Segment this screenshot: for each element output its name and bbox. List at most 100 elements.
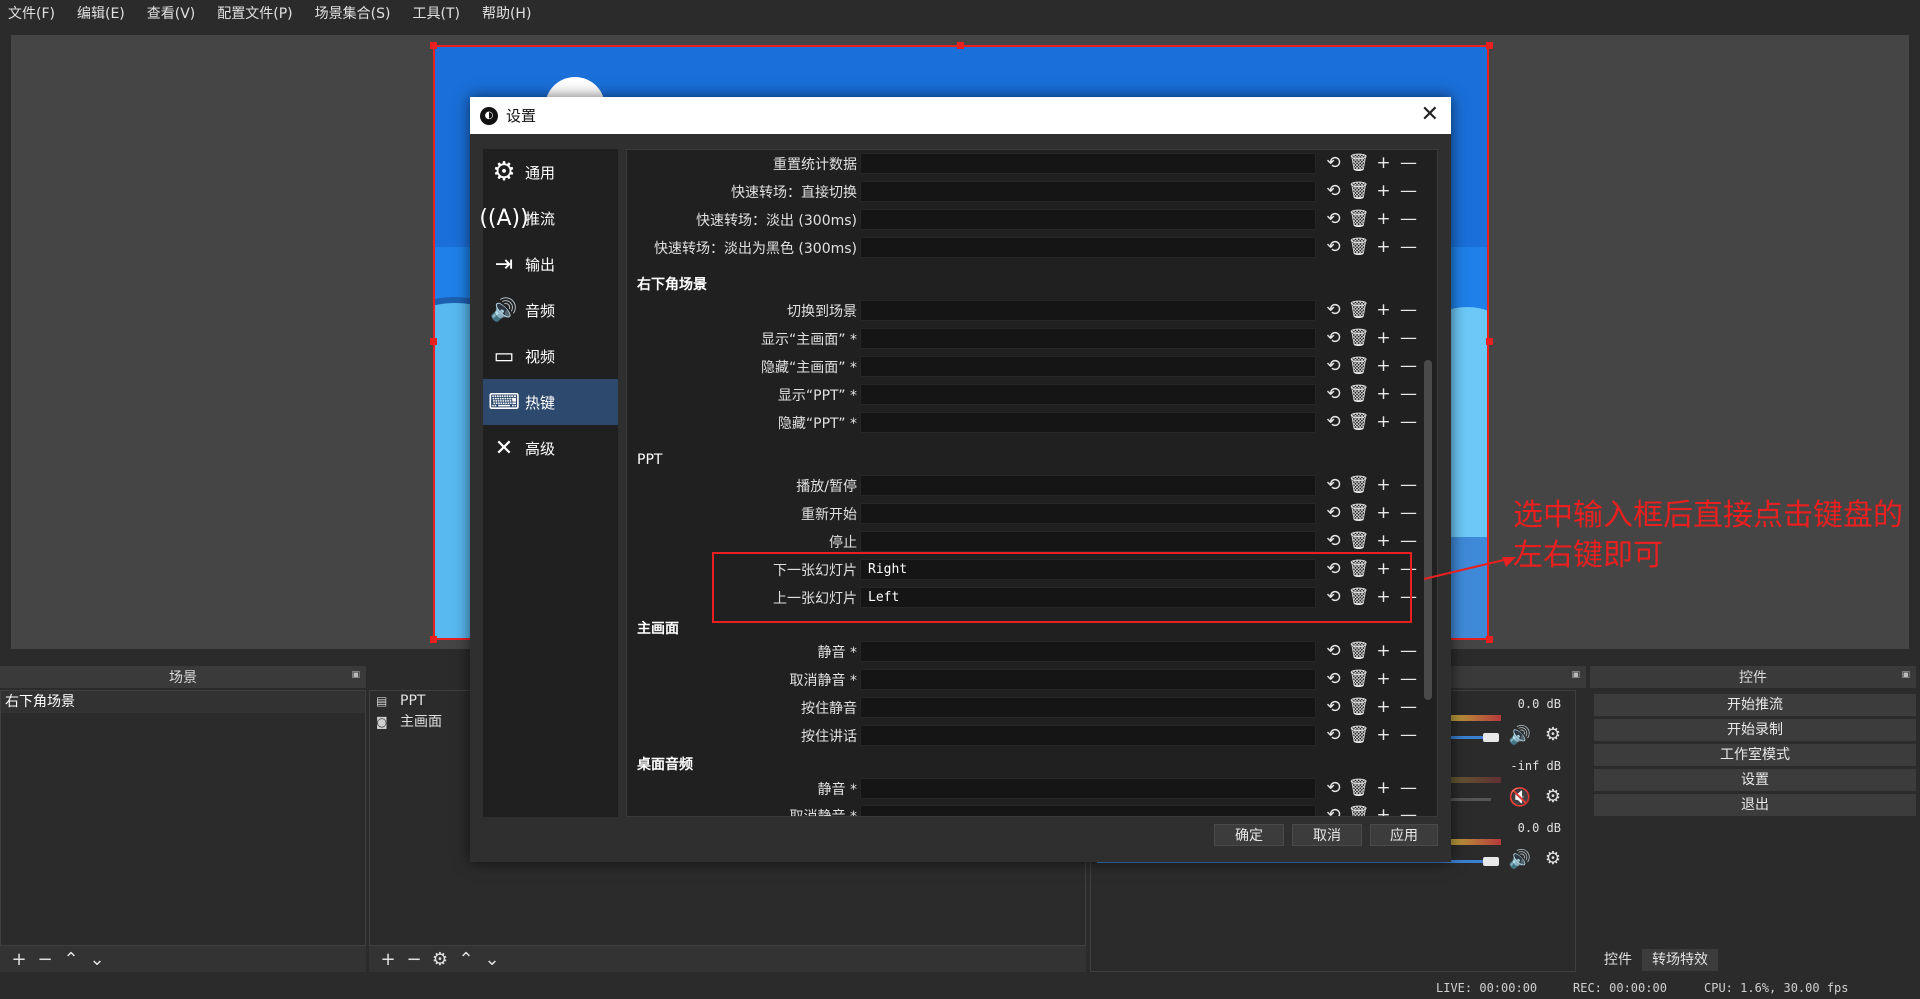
remove-icon[interactable]: — — [1396, 382, 1421, 406]
reset-icon[interactable]: ⟲ — [1321, 298, 1346, 322]
menu-help[interactable]: 帮助(H) — [482, 3, 531, 23]
move-down-icon[interactable]: ⌄ — [84, 949, 110, 970]
add-icon[interactable]: + — [1371, 354, 1396, 378]
reset-icon[interactable]: ⟲ — [1321, 179, 1346, 203]
category-video[interactable]: ▭ 视频 — [483, 333, 618, 379]
ok-button[interactable]: 确定 — [1214, 824, 1284, 846]
hotkey-input[interactable] — [860, 153, 1316, 174]
reset-icon[interactable]: ⟲ — [1321, 354, 1346, 378]
hotkey-input[interactable] — [860, 209, 1316, 230]
hotkey-input[interactable] — [860, 300, 1316, 321]
hotkey-input[interactable] — [860, 725, 1316, 746]
resize-handle-tr[interactable] — [1486, 42, 1493, 49]
dock-float-icon[interactable]: ▣ — [1571, 670, 1580, 680]
gear-icon[interactable]: ⚙ — [1545, 786, 1561, 807]
resize-handle-left[interactable] — [430, 338, 437, 345]
add-icon[interactable]: + — [1371, 667, 1396, 691]
speaker-icon[interactable]: 🔊 — [1509, 725, 1531, 746]
reset-icon[interactable]: ⟲ — [1321, 326, 1346, 350]
trash-icon[interactable]: 🗑 — [1346, 803, 1371, 816]
add-icon[interactable]: + — [1371, 326, 1396, 350]
hotkey-input[interactable] — [860, 384, 1316, 405]
move-up-icon[interactable]: ⌃ — [453, 949, 479, 970]
remove-icon[interactable]: — — [1396, 235, 1421, 259]
reset-icon[interactable]: ⟲ — [1321, 529, 1346, 553]
add-source-icon[interactable]: + — [375, 949, 401, 970]
resize-handle-br[interactable] — [1486, 636, 1493, 643]
trash-icon[interactable]: 🗑 — [1346, 695, 1371, 719]
remove-icon[interactable]: — — [1396, 298, 1421, 322]
add-scene-icon[interactable]: + — [6, 949, 32, 970]
gear-icon[interactable]: ⚙ — [1545, 724, 1561, 745]
add-icon[interactable]: + — [1371, 382, 1396, 406]
hotkey-input[interactable] — [860, 805, 1316, 816]
remove-source-icon[interactable]: − — [401, 949, 427, 970]
speaker-icon[interactable]: 🔊 — [1509, 849, 1531, 870]
hotkeys-scrollbar[interactable] — [1424, 360, 1432, 700]
trash-icon[interactable]: 🗑 — [1346, 473, 1371, 497]
add-icon[interactable]: + — [1371, 235, 1396, 259]
add-icon[interactable]: + — [1371, 803, 1396, 816]
category-stream[interactable]: ((A)) 推流 — [479, 195, 618, 241]
hotkey-input[interactable] — [860, 328, 1316, 349]
reset-icon[interactable]: ⟲ — [1321, 803, 1346, 816]
volume-slider-knob[interactable] — [1483, 733, 1499, 742]
resize-handle-tl[interactable] — [430, 42, 437, 49]
reset-icon[interactable]: ⟲ — [1321, 639, 1346, 663]
reset-icon[interactable]: ⟲ — [1321, 473, 1346, 497]
add-icon[interactable]: + — [1371, 473, 1396, 497]
add-icon[interactable]: + — [1371, 410, 1396, 434]
gear-icon[interactable]: ⚙ — [1545, 848, 1561, 869]
menu-profile[interactable]: 配置文件(P) — [217, 3, 292, 23]
exit-button[interactable]: 退出 — [1594, 794, 1916, 816]
trash-icon[interactable]: 🗑 — [1346, 723, 1371, 747]
category-audio[interactable]: 🔊 音频 — [483, 287, 618, 333]
trash-icon[interactable]: 🗑 — [1346, 354, 1371, 378]
hotkey-input[interactable] — [860, 237, 1316, 258]
remove-icon[interactable]: — — [1396, 639, 1421, 663]
hotkey-input[interactable] — [860, 503, 1316, 524]
dock-float-icon[interactable]: ▣ — [1901, 670, 1910, 680]
settings-button[interactable]: 设置 — [1594, 769, 1916, 791]
remove-icon[interactable]: — — [1396, 207, 1421, 231]
remove-icon[interactable]: — — [1396, 326, 1421, 350]
category-advanced[interactable]: ✕ 高级 — [483, 425, 618, 471]
trash-icon[interactable]: 🗑 — [1346, 298, 1371, 322]
trash-icon[interactable]: 🗑 — [1346, 639, 1371, 663]
source-settings-icon[interactable]: ⚙ — [427, 949, 453, 970]
menu-scene-collection[interactable]: 场景集合(S) — [315, 3, 391, 23]
hotkey-input[interactable] — [860, 697, 1316, 718]
add-icon[interactable]: + — [1371, 639, 1396, 663]
move-down-icon[interactable]: ⌄ — [479, 949, 505, 970]
hotkey-input[interactable] — [860, 475, 1316, 496]
hotkey-input[interactable] — [860, 641, 1316, 662]
trash-icon[interactable]: 🗑 — [1346, 382, 1371, 406]
start-streaming-button[interactable]: 开始推流 — [1594, 694, 1916, 716]
menu-file[interactable]: 文件(F) — [8, 3, 55, 23]
remove-icon[interactable]: — — [1396, 473, 1421, 497]
trash-icon[interactable]: 🗑 — [1346, 529, 1371, 553]
category-hotkeys[interactable]: ⌨ 热键 — [483, 379, 618, 425]
remove-icon[interactable]: — — [1396, 695, 1421, 719]
resize-handle-top[interactable] — [957, 42, 964, 49]
dock-float-icon[interactable]: ▣ — [351, 670, 360, 680]
trash-icon[interactable]: 🗑 — [1346, 179, 1371, 203]
add-icon[interactable]: + — [1371, 207, 1396, 231]
trash-icon[interactable]: 🗑 — [1346, 667, 1371, 691]
trash-icon[interactable]: 🗑 — [1346, 235, 1371, 259]
remove-scene-icon[interactable]: − — [32, 949, 58, 970]
resize-handle-right[interactable] — [1486, 338, 1493, 345]
trash-icon[interactable]: 🗑 — [1346, 410, 1371, 434]
tab-transitions[interactable]: 转场特效 — [1642, 949, 1718, 971]
hotkey-input[interactable] — [860, 778, 1316, 799]
remove-icon[interactable]: — — [1396, 529, 1421, 553]
add-icon[interactable]: + — [1371, 529, 1396, 553]
remove-icon[interactable]: — — [1396, 179, 1421, 203]
reset-icon[interactable]: ⟲ — [1321, 695, 1346, 719]
hotkey-input[interactable] — [860, 412, 1316, 433]
add-icon[interactable]: + — [1371, 776, 1396, 800]
trash-icon[interactable]: 🗑 — [1346, 501, 1371, 525]
add-icon[interactable]: + — [1371, 695, 1396, 719]
reset-icon[interactable]: ⟲ — [1321, 382, 1346, 406]
cancel-button[interactable]: 取消 — [1292, 824, 1362, 846]
